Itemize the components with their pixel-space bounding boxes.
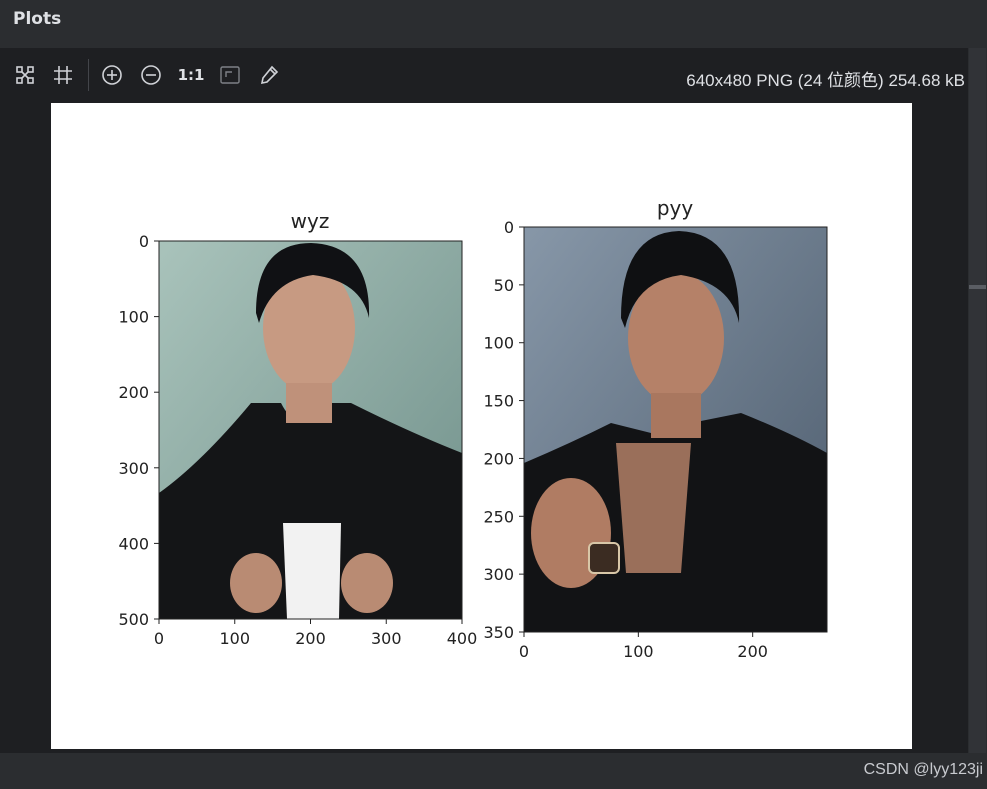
scrollbar-track[interactable]	[969, 48, 986, 753]
subplot-pyy: pyy 0 50 100 150 200 250 300 350 0 100 200	[483, 196, 828, 661]
plot-viewport[interactable]: wyz 0 100 200 300 400 500 0 100 200 300 400 pyy	[0, 103, 968, 753]
subplot-wyz: wyz 0 100 200 300 400 500 0 100 200 300 400	[118, 209, 477, 648]
x-tick-label: 0	[519, 642, 529, 661]
y-tick-label: 300	[483, 565, 514, 584]
x-tick-label: 0	[154, 629, 164, 648]
subplot-title: pyy	[657, 196, 694, 220]
y-tick-label: 500	[118, 610, 149, 629]
panel-title: Plots	[13, 9, 62, 29]
y-tick-label: 200	[118, 383, 149, 402]
y-tick-label: 50	[494, 276, 514, 295]
y-tick-label: 350	[483, 623, 514, 642]
plots-title-bar: Plots	[0, 0, 987, 48]
y-tick-label: 250	[483, 507, 514, 526]
y-tick-label: 100	[118, 308, 149, 327]
portrait-image-wyz	[159, 241, 462, 619]
y-tick-label: 200	[483, 449, 514, 468]
zoom-out-icon[interactable]	[138, 62, 164, 88]
x-tick-label: 200	[295, 629, 326, 648]
figure-canvas: wyz 0 100 200 300 400 500 0 100 200 300 400 pyy	[51, 103, 912, 749]
y-axis: 0 100 200 300 400 500	[118, 232, 159, 629]
plots-toolbar: 1:1 640x480 PNG (24 位颜色) 254.68 kB	[0, 48, 987, 103]
image-info: 640x480 PNG (24 位颜色) 254.68 kB	[686, 71, 965, 90]
x-tick-label: 200	[737, 642, 768, 661]
x-tick-label: 300	[371, 629, 402, 648]
y-tick-label: 400	[118, 534, 149, 553]
subplot-title: wyz	[291, 209, 330, 233]
x-tick-label: 400	[447, 629, 478, 648]
figure-svg: wyz 0100200300400500 0 100 200 300 400 pyy	[118, 196, 828, 661]
y-tick-label: 100	[483, 334, 514, 353]
toolbar-separator	[88, 59, 89, 91]
y-axis: 0 50 100 150 200 250 300 350	[483, 218, 524, 642]
status-bar: CSDN @lyy123ji	[0, 753, 987, 789]
watermark: CSDN @lyy123ji	[863, 761, 983, 778]
portrait-image-pyy	[524, 227, 827, 632]
grid-icon[interactable]	[50, 62, 76, 88]
y-tick-label: 0	[504, 218, 514, 237]
x-axis: 0 100 200 300 400	[154, 619, 477, 648]
y-tick-label: 150	[483, 392, 514, 411]
actual-size-button[interactable]: 1:1	[176, 62, 206, 88]
vertical-scrollbar[interactable]	[968, 48, 987, 753]
y-tick-label: 300	[118, 459, 149, 478]
scrollbar-thumb[interactable]	[969, 285, 986, 289]
fit-grid-icon[interactable]	[12, 62, 38, 88]
actual-size-label: 1:1	[177, 66, 205, 84]
x-tick-label: 100	[623, 642, 654, 661]
x-axis: 0 100 200	[519, 632, 768, 661]
color-picker-icon[interactable]	[256, 62, 282, 88]
y-tick-label: 0	[139, 232, 149, 251]
zoom-in-icon[interactable]	[99, 62, 125, 88]
background-icon[interactable]	[217, 62, 243, 88]
x-tick-label: 100	[219, 629, 250, 648]
